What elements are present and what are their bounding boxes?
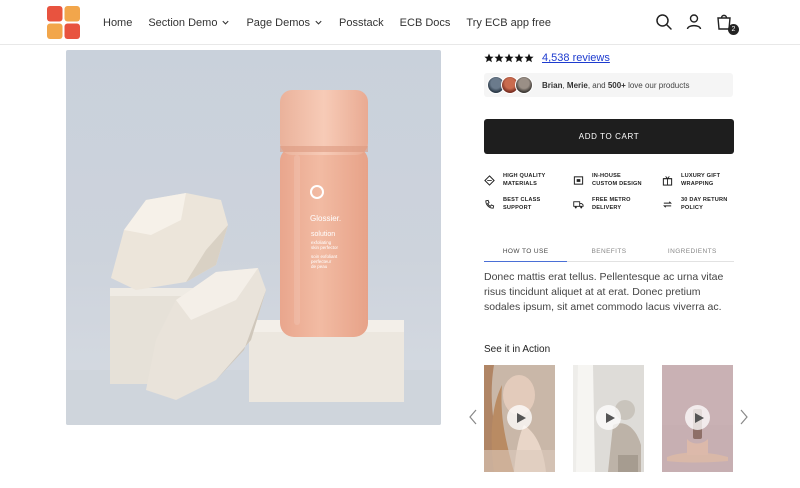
- nav-posstack[interactable]: Posstack: [339, 17, 384, 29]
- feature-label: HIGH QUALITY MATERIALS: [503, 173, 563, 188]
- feature-line: LUXURY GIFT: [681, 173, 721, 179]
- phone-icon: [485, 199, 495, 209]
- social-tail: love our products: [625, 80, 690, 90]
- product-photo: Glossier. solution exfoliating skin perf…: [66, 90, 441, 425]
- site-header: Home Section Demo Page Demos Posstack EC…: [0, 0, 800, 45]
- social-proof-bar: Brian, Merie, and 500+ love our products: [484, 73, 733, 97]
- feature-item: 30 DAY RETURN POLICY: [662, 197, 741, 212]
- bottle-fr-text: de peau: [311, 264, 328, 269]
- feature-label: FREE METRO DELIVERY: [592, 197, 652, 212]
- play-icon: [605, 412, 615, 423]
- cart-button[interactable]: 2: [714, 12, 739, 35]
- feature-item: BEST CLASS SUPPORT: [484, 197, 563, 212]
- star-icon: [514, 53, 524, 63]
- tab-how-to-use[interactable]: HOW TO USE: [484, 244, 568, 262]
- feature-line: CUSTOM DESIGN: [592, 180, 642, 187]
- feature-line: IN-HOUSE: [592, 173, 621, 179]
- play-button[interactable]: [507, 405, 532, 430]
- diamond-icon: [484, 175, 495, 186]
- video-thumbnail[interactable]: [662, 365, 733, 472]
- video-thumbnail[interactable]: [484, 365, 555, 472]
- feature-line: HIGH QUALITY: [503, 173, 546, 179]
- nav-home[interactable]: Home: [103, 17, 132, 29]
- play-icon: [516, 412, 526, 423]
- nav-label: Try ECB app free: [466, 16, 551, 29]
- gift-icon: [662, 176, 673, 186]
- reviews-link[interactable]: 4,538 reviews: [542, 52, 610, 64]
- video-carousel: [468, 365, 758, 472]
- return-icon: [663, 201, 672, 208]
- add-to-cart-button[interactable]: ADD TO CART: [484, 119, 734, 154]
- feature-label: IN-HOUSE CUSTOM DESIGN: [592, 173, 652, 188]
- social-name: Merie: [566, 80, 588, 90]
- feature-line: DELIVERY: [592, 204, 622, 211]
- truck-icon: [573, 201, 584, 209]
- bottle-sub-text: skin perfector: [311, 245, 339, 250]
- nav-label: Section Demo: [148, 16, 218, 29]
- video-thumbnail[interactable]: [573, 365, 644, 472]
- star-icon: [504, 53, 514, 63]
- feature-item: FREE METRO DELIVERY: [573, 197, 652, 212]
- feature-item: IN-HOUSE CUSTOM DESIGN: [573, 173, 652, 188]
- play-button[interactable]: [596, 405, 621, 430]
- bottle-name-text: solution: [311, 231, 335, 238]
- social-name: Brian: [542, 80, 563, 90]
- custom-design-icon: [573, 176, 584, 185]
- tab-ingredients[interactable]: INGREDIENTS: [651, 244, 734, 261]
- nav-ecb-docs[interactable]: ECB Docs: [400, 17, 451, 29]
- play-icon: [694, 412, 704, 423]
- tab-content-text: Donec mattis erat tellus. Pellentesque a…: [484, 271, 724, 313]
- nav-label: Posstack: [339, 16, 384, 29]
- section-heading: See it in Action: [484, 344, 551, 355]
- social-proof-text: Brian, Merie, and 500+ love our products: [542, 81, 689, 90]
- social-count: 500+: [607, 80, 626, 90]
- play-button[interactable]: [685, 405, 710, 430]
- chevron-right-icon[interactable]: [739, 409, 749, 425]
- star-icon: [494, 53, 504, 63]
- avatar-group: [487, 75, 539, 95]
- avatar: [515, 76, 533, 94]
- nav-try-ecb[interactable]: Try ECB app free: [466, 17, 551, 29]
- nav-label: Page Demos: [246, 16, 311, 29]
- brand-logo[interactable]: [47, 6, 80, 39]
- feature-item: LUXURY GIFT WRAPPING: [662, 173, 741, 188]
- feature-line: 30 DAY RETURN: [681, 197, 728, 203]
- feature-line: BEST CLASS: [503, 197, 541, 203]
- nav-label: ECB Docs: [399, 16, 451, 29]
- header-icons: 2: [646, 12, 739, 35]
- feature-line: FREE METRO: [592, 197, 631, 203]
- nav-label: Home: [103, 16, 133, 29]
- chevron-left-icon[interactable]: [468, 409, 478, 425]
- feature-line: POLICY: [681, 204, 704, 211]
- feature-label: BEST CLASS SUPPORT: [503, 197, 563, 212]
- nav-page-demos[interactable]: Page Demos: [246, 17, 323, 29]
- feature-item: HIGH QUALITY MATERIALS: [484, 173, 563, 188]
- star-rating: [484, 53, 534, 63]
- product-image[interactable]: Glossier. solution exfoliating skin perf…: [66, 50, 441, 425]
- feature-label: 30 DAY RETURN POLICY: [681, 197, 741, 212]
- nav-section-demo[interactable]: Section Demo: [148, 17, 230, 29]
- main-nav: Home Section Demo Page Demos Posstack EC…: [103, 0, 567, 45]
- account-icon[interactable]: [684, 12, 704, 32]
- search-icon[interactable]: [654, 12, 674, 32]
- chevron-down-icon: [222, 20, 230, 25]
- product-tabs: HOW TO USE BENEFITS INGREDIENTS: [484, 244, 734, 262]
- bottle-brand-text: Glossier.: [310, 214, 341, 223]
- chevron-down-icon: [315, 20, 322, 25]
- star-icon: [484, 53, 494, 63]
- cart-count-badge: 2: [728, 24, 739, 35]
- tab-benefits[interactable]: BENEFITS: [567, 244, 650, 261]
- feature-line: MATERIALS: [503, 180, 538, 187]
- social-sep: , and: [587, 80, 608, 90]
- star-icon: [524, 53, 534, 63]
- feature-label: LUXURY GIFT WRAPPING: [681, 173, 741, 188]
- feature-line: SUPPORT: [503, 204, 532, 211]
- feature-line: WRAPPING: [681, 180, 714, 187]
- product-rating: 4,538 reviews: [484, 52, 610, 64]
